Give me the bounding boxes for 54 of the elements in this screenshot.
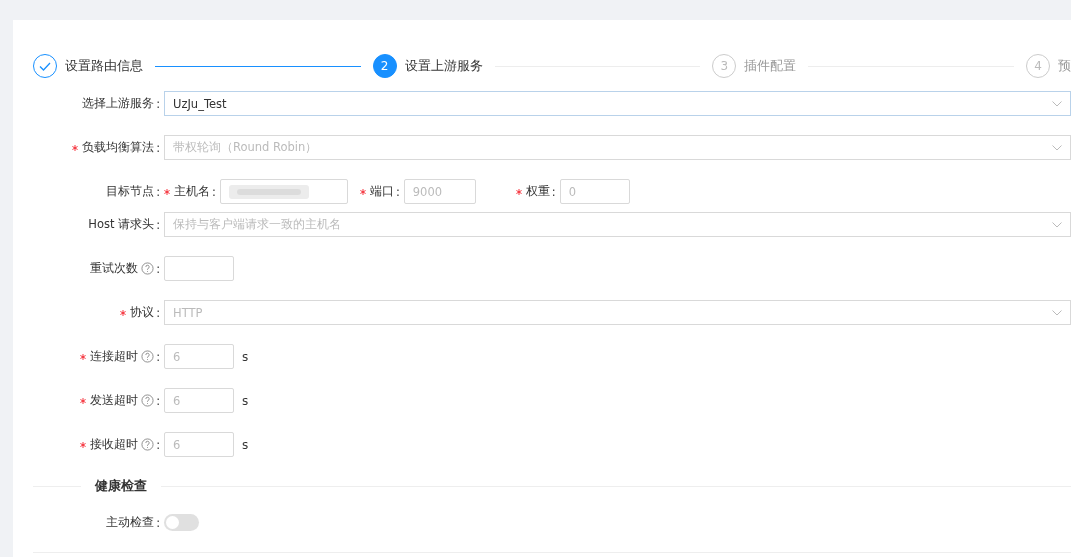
step-number: 2 bbox=[372, 54, 397, 78]
select-field[interactable]: 带权轮询（Round Robin） bbox=[164, 135, 1071, 160]
unit-label: s bbox=[242, 437, 249, 452]
step-title[interactable]: 预 bbox=[1058, 57, 1071, 75]
chevron-down-icon bbox=[1052, 309, 1062, 316]
label-colon: : bbox=[156, 217, 160, 232]
label-colon: : bbox=[156, 305, 160, 320]
help-icon[interactable] bbox=[141, 350, 155, 363]
field-label: 发送超时 bbox=[90, 393, 139, 408]
unit-label: s bbox=[242, 349, 249, 364]
number-field[interactable]: 6 bbox=[164, 388, 234, 413]
label-colon: : bbox=[156, 515, 160, 530]
field-label: Host 请求头 bbox=[88, 217, 155, 232]
field-label: 端口 bbox=[369, 184, 394, 199]
label-colon: : bbox=[156, 140, 160, 155]
number-field[interactable]: 6 bbox=[164, 344, 234, 369]
chevron-down-icon bbox=[1052, 100, 1062, 107]
step-title[interactable]: 设置路由信息 bbox=[65, 57, 143, 75]
toggle-switch[interactable] bbox=[164, 514, 199, 531]
field-label: 重试次数 bbox=[90, 261, 139, 276]
hostname-field[interactable] bbox=[219, 179, 348, 204]
field-label: 权重 bbox=[525, 184, 550, 199]
unit-label: s bbox=[242, 393, 249, 408]
number-field[interactable]: 0 bbox=[559, 179, 630, 204]
step-title[interactable]: 设置上游服务 bbox=[404, 57, 483, 75]
select-field[interactable]: UzJu_Test bbox=[164, 91, 1071, 116]
label-colon: : bbox=[156, 184, 160, 199]
label-colon: : bbox=[156, 437, 160, 452]
field-label: 主动检查 bbox=[106, 515, 155, 530]
field-label: 接收超时 bbox=[90, 437, 139, 452]
select-field[interactable]: HTTP bbox=[164, 300, 1071, 325]
help-icon[interactable] bbox=[141, 438, 155, 451]
field-label: 协议 bbox=[130, 305, 155, 320]
label-colon: : bbox=[212, 184, 216, 199]
field-label: 连接超时 bbox=[90, 349, 139, 364]
chevron-down-icon bbox=[1052, 221, 1062, 228]
section-title: 健康检查 bbox=[93, 477, 148, 495]
label-colon: : bbox=[551, 184, 556, 199]
label-colon: : bbox=[156, 261, 160, 276]
field-label: 目标节点 bbox=[106, 184, 155, 199]
label-colon: : bbox=[156, 349, 160, 364]
label-colon: : bbox=[156, 96, 160, 111]
chevron-down-icon bbox=[1052, 144, 1062, 151]
label-colon: : bbox=[395, 184, 400, 199]
label-colon: : bbox=[156, 393, 160, 408]
field-label: 主机名 bbox=[174, 184, 210, 199]
number-field[interactable] bbox=[164, 256, 234, 281]
field-label: 负载均衡算法 bbox=[82, 140, 155, 155]
number-field[interactable]: 9000 bbox=[403, 179, 476, 204]
field-label: 选择上游服务 bbox=[82, 96, 155, 111]
number-field[interactable]: 6 bbox=[164, 432, 234, 457]
step-title[interactable]: 插件配置 bbox=[744, 57, 797, 75]
help-icon[interactable] bbox=[141, 262, 155, 275]
help-icon[interactable] bbox=[141, 394, 155, 407]
